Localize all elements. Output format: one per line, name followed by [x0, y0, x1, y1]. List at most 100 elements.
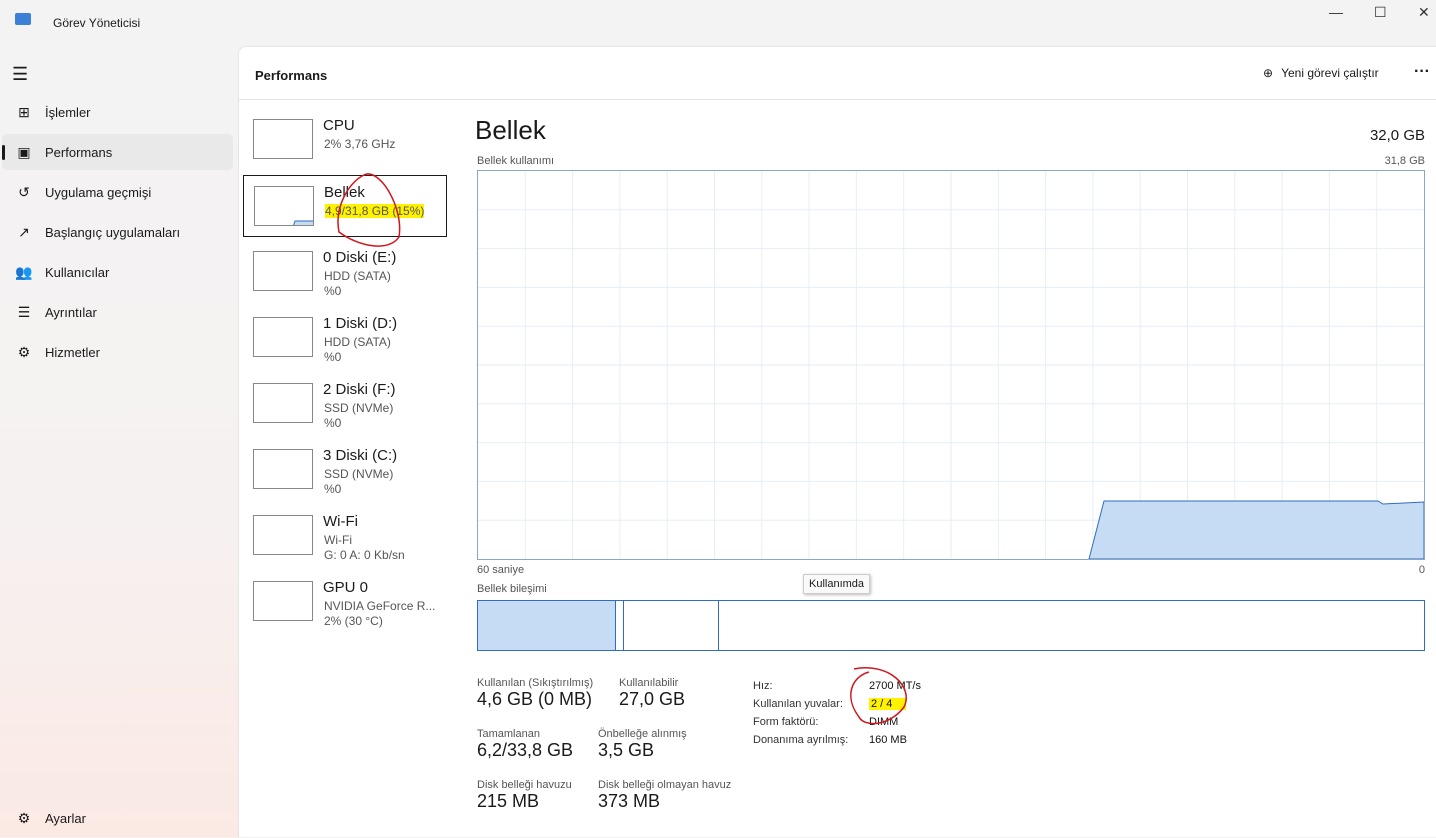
processes-icon: ⊞	[18, 103, 30, 120]
performance-icon: ▣	[17, 143, 31, 160]
device-detail: %0	[324, 284, 342, 298]
header: Performans ⊕ Yeni görevi çalıştır ···	[239, 47, 1436, 100]
hamburger-menu-icon[interactable]: ☰	[12, 64, 28, 85]
services-icon: ⚙	[17, 343, 31, 360]
device-detail: G: 0 A: 0 Kb/sn	[324, 548, 405, 562]
memory-composition-bar[interactable]	[477, 600, 1425, 651]
sidebar-item-label: Performans	[45, 144, 113, 160]
form-factor-value: DIMM	[869, 716, 899, 728]
paged-pool-label: Disk belleği havuzu	[477, 779, 572, 791]
sidebar-item-label: Başlangıç uygulamaları	[45, 224, 181, 240]
more-options-button[interactable]: ···	[1414, 63, 1430, 81]
device-thumbnail	[253, 581, 313, 621]
device-thumbnail	[253, 383, 313, 423]
tooltip: Kullanımda	[803, 574, 871, 594]
in-use-label: Kullanılan (Sıkıştırılmış)	[477, 677, 594, 689]
slots-label: Kullanılan yuvalar:	[753, 698, 843, 710]
main-panel: Performans ⊕ Yeni görevi çalıştır ··· CPU…	[238, 46, 1436, 837]
page-title: Performans	[255, 68, 328, 83]
device-subtitle: 4,9/31,8 GB (15%)	[325, 204, 425, 218]
x-right-label: 0	[1418, 564, 1425, 576]
device-name: Bellek	[324, 184, 365, 201]
speed-value: 2700 MT/s	[869, 680, 921, 692]
device-item[interactable]: 1 Diski (D:) HDD (SATA) %0	[243, 307, 447, 369]
device-subtitle: Wi-Fi	[324, 533, 352, 547]
device-item[interactable]: Bellek 4,9/31,8 GB (15%)	[243, 175, 447, 237]
standby-segment[interactable]	[718, 601, 719, 650]
device-subtitle: NVIDIA GeForce R...	[324, 599, 436, 613]
device-item[interactable]: 3 Diski (C:) SSD (NVMe) %0	[243, 439, 447, 501]
cached-label: Önbelleğe alınmış	[598, 728, 687, 740]
sidebar-item-performance[interactable]: ▣ Performans	[2, 134, 233, 170]
sidebar-item-startup[interactable]: ↗ Başlangıç uygulamaları	[2, 214, 233, 250]
window-title: Görev Yöneticisi	[53, 16, 141, 30]
x-left-label: 60 saniye	[477, 564, 525, 576]
maximize-button[interactable]: ☐	[1374, 4, 1387, 21]
device-item[interactable]: GPU 0 NVIDIA GeForce R... 2% (30 °C)	[243, 571, 447, 633]
device-detail: %0	[324, 416, 342, 430]
sidebar-item-label: İşlemler	[45, 104, 91, 120]
title-bar: Görev Yöneticisi — ☐ ✕	[0, 0, 1436, 46]
device-detail: 2% (30 °C)	[324, 614, 383, 628]
sidebar-item-label: Uygulama geçmişi	[45, 184, 152, 200]
close-button[interactable]: ✕	[1418, 4, 1430, 21]
reserved-label: Donanıma ayrılmış:	[753, 734, 849, 746]
sidebar-item-users[interactable]: 👥 Kullanıcılar	[2, 254, 233, 290]
device-name: GPU 0	[323, 579, 369, 596]
sidebar-item-label: Ayrıntılar	[45, 304, 97, 320]
details-icon: ☰	[17, 303, 31, 320]
device-item[interactable]: Wi-Fi Wi-Fi G: 0 A: 0 Kb/sn	[243, 505, 447, 567]
device-detail: %0	[324, 350, 342, 364]
device-item[interactable]: CPU 2% 3,76 GHz	[243, 109, 447, 171]
device-thumbnail	[253, 119, 313, 159]
composition-label: Bellek bileşimi	[477, 583, 547, 595]
memory-usage-graph	[477, 170, 1425, 560]
form-factor-label: Form faktörü:	[753, 716, 819, 728]
new-task-icon: ⊕	[1263, 66, 1274, 80]
cached-value: 3,5 GB	[598, 740, 655, 760]
device-thumbnail	[254, 186, 314, 226]
slots-value: 2 / 4	[869, 698, 907, 710]
speed-label: Hız:	[753, 680, 773, 692]
sidebar-item-history[interactable]: ↺ Uygulama geçmişi	[2, 174, 233, 210]
sidebar-item-processes[interactable]: ⊞ İşlemler	[2, 94, 233, 130]
thumb-fill	[293, 220, 313, 225]
sidebar-item-services[interactable]: ⚙ Hizmetler	[2, 334, 233, 370]
new-task-button[interactable]: ⊕ Yeni görevi çalıştır	[1263, 66, 1379, 80]
sidebar-item-label: Hizmetler	[45, 344, 100, 360]
startup-icon: ↗	[18, 223, 30, 240]
reserved-value: 160 MB	[869, 734, 907, 746]
sidebar-item-settings[interactable]: ⚙ Ayarlar	[2, 800, 233, 836]
available-label: Kullanılabilir	[619, 677, 679, 689]
app-icon	[15, 13, 31, 25]
device-name: CPU	[323, 117, 355, 134]
committed-value: 6,2/33,8 GB	[477, 740, 574, 760]
device-thumbnail	[253, 251, 313, 291]
device-thumbnail	[253, 317, 313, 357]
users-icon: 👥	[15, 263, 33, 280]
device-subtitle: HDD (SATA)	[324, 335, 391, 349]
nonpaged-pool-label: Disk belleği olmayan havuz	[598, 779, 732, 791]
device-item[interactable]: 0 Diski (E:) HDD (SATA) %0	[243, 241, 447, 303]
sidebar-item-label: Kullanıcılar	[45, 264, 110, 280]
new-task-label: Yeni görevi çalıştır	[1281, 66, 1379, 80]
modified-segment[interactable]	[623, 601, 624, 650]
device-subtitle: SSD (NVMe)	[324, 467, 394, 481]
sidebar-item-details[interactable]: ☰ Ayrıntılar	[2, 294, 233, 330]
sidebar: ☰ ⊞ İşlemler ▣ Performans ↺ Uygulama geçmişi ↗…	[0, 46, 238, 837]
device-thumbnail	[253, 515, 313, 555]
usage-area	[1088, 500, 1425, 560]
device-item[interactable]: 2 Diski (F:) SSD (NVMe) %0	[243, 373, 447, 435]
available-value: 27,0 GB	[619, 689, 686, 709]
history-icon: ↺	[18, 183, 30, 200]
device-thumbnail	[253, 449, 313, 489]
in-use-segment[interactable]	[478, 601, 616, 650]
minimize-button[interactable]: —	[1329, 4, 1343, 20]
nonpaged-pool-value: 373 MB	[598, 791, 661, 811]
device-name: 3 Diski (C:)	[323, 447, 398, 464]
memory-total: 32,0 GB	[1369, 127, 1425, 144]
usage-max: 31,8 GB	[1384, 155, 1425, 167]
memory-title: Bellek	[475, 115, 546, 145]
device-detail: %0	[324, 482, 342, 496]
device-subtitle: HDD (SATA)	[324, 269, 391, 283]
